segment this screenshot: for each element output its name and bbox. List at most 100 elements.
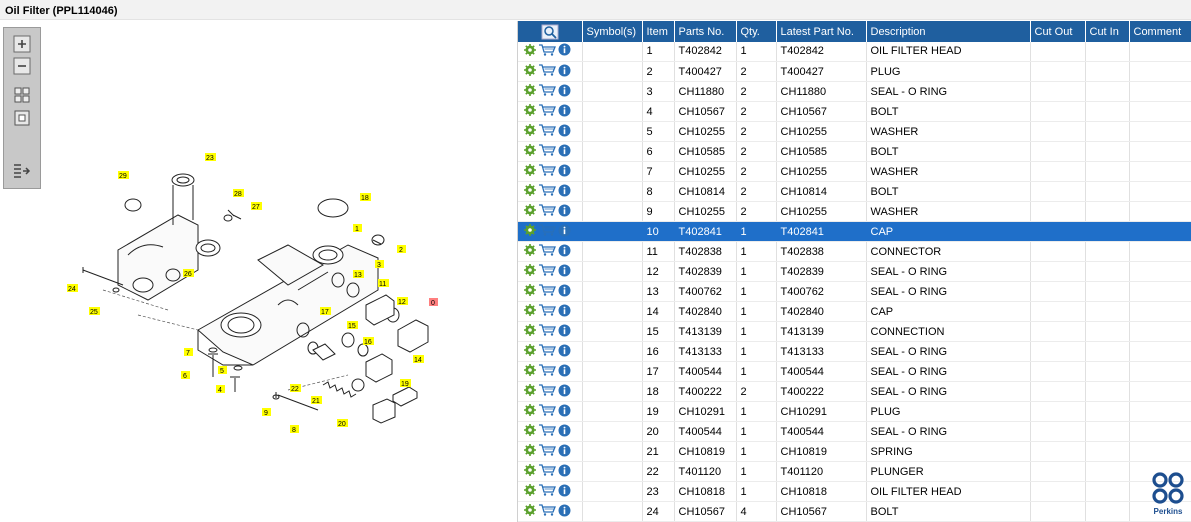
- gear-icon[interactable]: [524, 464, 536, 479]
- fit-window-button[interactable]: [11, 108, 33, 128]
- gear-icon[interactable]: [524, 344, 536, 359]
- gear-icon[interactable]: [524, 304, 536, 319]
- cart-icon[interactable]: [538, 304, 556, 319]
- table-row[interactable]: 15 T413139 1 T413139 CONNECTION: [518, 321, 1191, 342]
- info-icon[interactable]: [558, 284, 571, 300]
- callout-label[interactable]: 4: [216, 385, 225, 394]
- callout-label[interactable]: 14: [413, 355, 424, 364]
- gear-icon[interactable]: [524, 164, 536, 179]
- callout-label[interactable]: 20: [337, 419, 348, 428]
- column-header-latest-part-no[interactable]: Latest Part No.: [776, 21, 867, 42]
- callout-label[interactable]: 19: [400, 379, 411, 388]
- gear-icon[interactable]: [524, 244, 536, 259]
- table-row[interactable]: 11 T402838 1 T402838 CONNECTOR: [518, 241, 1191, 262]
- info-icon[interactable]: [558, 384, 571, 400]
- callout-label[interactable]: 26: [183, 269, 194, 278]
- callout-label[interactable]: 6: [181, 371, 190, 380]
- column-header-description[interactable]: Description: [866, 21, 1031, 42]
- callout-label[interactable]: 3: [375, 260, 384, 269]
- info-icon[interactable]: [558, 504, 571, 520]
- table-row[interactable]: 14 T402840 1 T402840 CAP: [518, 301, 1191, 322]
- info-icon[interactable]: [558, 324, 571, 340]
- column-header-cut-out[interactable]: Cut Out: [1030, 21, 1086, 42]
- table-row[interactable]: 2 T400427 2 T400427 PLUG: [518, 61, 1191, 82]
- cart-icon[interactable]: [538, 44, 556, 59]
- gear-icon[interactable]: [524, 204, 536, 219]
- callout-label[interactable]: 9: [262, 408, 271, 417]
- column-header-qty[interactable]: Qty.: [736, 21, 777, 42]
- table-row[interactable]: 13 T400762 1 T400762 SEAL - O RING: [518, 281, 1191, 302]
- cart-icon[interactable]: [538, 124, 556, 139]
- cart-icon[interactable]: [538, 444, 556, 459]
- callout-label[interactable]: 22: [290, 384, 301, 393]
- column-header-item[interactable]: Item: [642, 21, 675, 42]
- callout-label[interactable]: 16: [363, 337, 374, 346]
- table-row[interactable]: 24 CH10567 4 CH10567 BOLT: [518, 501, 1191, 522]
- info-icon[interactable]: [558, 84, 571, 100]
- callout-label[interactable]: 7: [184, 348, 193, 357]
- cart-icon[interactable]: [538, 424, 556, 439]
- info-icon[interactable]: [558, 164, 571, 180]
- table-row[interactable]: 17 T400544 1 T400544 SEAL - O RING: [518, 361, 1191, 382]
- callout-label[interactable]: 1: [353, 224, 362, 233]
- gear-icon[interactable]: [524, 504, 536, 519]
- gear-icon[interactable]: [524, 264, 536, 279]
- cart-icon[interactable]: [538, 384, 556, 399]
- callout-label[interactable]: 23: [205, 153, 216, 162]
- gear-icon[interactable]: [524, 444, 536, 459]
- table-row[interactable]: 12 T402839 1 T402839 SEAL - O RING: [518, 261, 1191, 282]
- table-row[interactable]: 10 T402841 1 T402841 CAP: [518, 221, 1191, 242]
- table-row[interactable]: 9 CH10255 2 CH10255 WASHER: [518, 201, 1191, 222]
- table-row[interactable]: 18 T400222 2 T400222 SEAL - O RING: [518, 381, 1191, 402]
- gear-icon[interactable]: [524, 104, 536, 119]
- gear-icon[interactable]: [524, 84, 536, 99]
- parts-diagram[interactable]: 1 2 3 4 5 6 7 8 9 0 11 12 13 14 15 16 17…: [48, 140, 458, 440]
- cart-icon[interactable]: [538, 264, 556, 279]
- cart-icon[interactable]: [538, 224, 556, 239]
- gear-icon[interactable]: [524, 364, 536, 379]
- export-list-button[interactable]: [11, 161, 33, 181]
- cart-icon[interactable]: [538, 324, 556, 339]
- callout-label[interactable]: 15: [347, 321, 358, 330]
- table-row[interactable]: 7 CH10255 2 CH10255 WASHER: [518, 161, 1191, 182]
- cart-icon[interactable]: [538, 284, 556, 299]
- cart-icon[interactable]: [538, 484, 556, 499]
- callout-label[interactable]: 12: [397, 297, 408, 306]
- callout-label[interactable]: 28: [233, 189, 244, 198]
- table-row[interactable]: 8 CH10814 2 CH10814 BOLT: [518, 181, 1191, 202]
- table-row[interactable]: 23 CH10818 1 CH10818 OIL FILTER HEAD: [518, 481, 1191, 502]
- cart-icon[interactable]: [538, 244, 556, 259]
- gear-icon[interactable]: [524, 484, 536, 499]
- cart-icon[interactable]: [538, 184, 556, 199]
- column-header-comment[interactable]: Comment: [1129, 21, 1191, 42]
- gear-icon[interactable]: [524, 284, 536, 299]
- gear-icon[interactable]: [524, 184, 536, 199]
- callout-label-highlighted[interactable]: 0: [429, 298, 438, 307]
- info-icon[interactable]: [558, 184, 571, 200]
- gear-icon[interactable]: [524, 43, 536, 59]
- cart-icon[interactable]: [538, 504, 556, 519]
- info-icon[interactable]: [558, 464, 571, 480]
- info-icon[interactable]: [558, 224, 571, 240]
- cart-icon[interactable]: [538, 464, 556, 479]
- table-row[interactable]: 6 CH10585 2 CH10585 BOLT: [518, 141, 1191, 162]
- cart-icon[interactable]: [538, 64, 556, 79]
- callout-label[interactable]: 21: [311, 396, 322, 405]
- callout-label[interactable]: 27: [251, 202, 262, 211]
- callout-label[interactable]: 29: [118, 171, 129, 180]
- info-icon[interactable]: [558, 104, 571, 120]
- callout-label[interactable]: 2: [397, 245, 406, 254]
- gear-icon[interactable]: [524, 324, 536, 339]
- table-row[interactable]: 5 CH10255 2 CH10255 WASHER: [518, 121, 1191, 142]
- callout-label[interactable]: 8: [290, 425, 299, 434]
- info-icon[interactable]: [558, 43, 571, 59]
- table-row[interactable]: 22 T401120 1 T401120 PLUNGER: [518, 461, 1191, 482]
- column-header-symbols[interactable]: Symbol(s): [582, 21, 643, 42]
- cart-icon[interactable]: [538, 204, 556, 219]
- cart-icon[interactable]: [538, 144, 556, 159]
- table-row[interactable]: 3 CH11880 2 CH11880 SEAL - O RING: [518, 81, 1191, 102]
- fit-all-button[interactable]: [11, 85, 33, 105]
- info-icon[interactable]: [558, 484, 571, 500]
- gear-icon[interactable]: [524, 124, 536, 139]
- callout-label[interactable]: 18: [360, 193, 371, 202]
